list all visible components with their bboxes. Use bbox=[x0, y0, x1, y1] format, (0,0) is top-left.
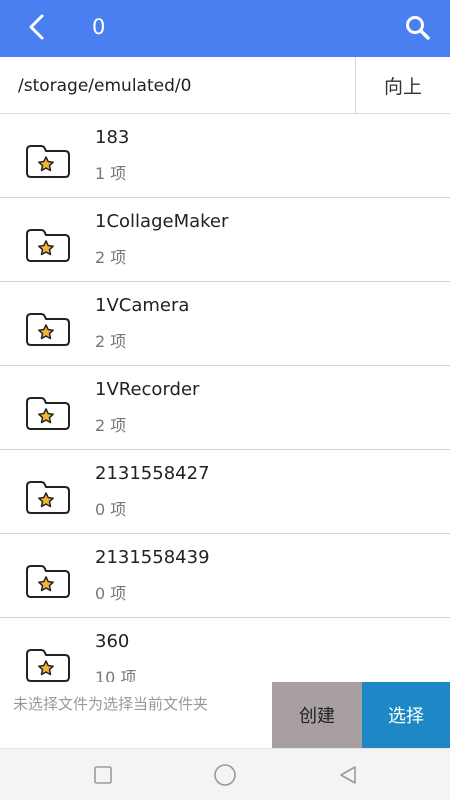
back-button[interactable] bbox=[22, 10, 58, 46]
recents-square-icon bbox=[94, 766, 112, 784]
folder-list: 183 1 项 1CollageMaker 2 项 1VCamera 2 项 1VRecor… bbox=[0, 114, 450, 682]
app-bar: 0 bbox=[0, 0, 450, 57]
folder-row[interactable]: 2131558427 0 项 bbox=[0, 450, 450, 534]
starred-folder-icon bbox=[24, 644, 72, 682]
folder-row[interactable]: 1VRecorder 2 项 bbox=[0, 366, 450, 450]
folder-name: 1VCamera bbox=[95, 295, 190, 316]
folder-item-count: 2 项 bbox=[95, 332, 127, 351]
folder-name: 2131558427 bbox=[95, 463, 210, 484]
folder-row[interactable]: 360 10 项 bbox=[0, 618, 450, 682]
path-bar: /storage/emulated/0 向上 bbox=[0, 57, 450, 114]
folder-item-count: 1 项 bbox=[95, 164, 127, 183]
folder-name: 1VRecorder bbox=[95, 379, 200, 400]
back-arrow-icon bbox=[29, 14, 44, 40]
select-button[interactable]: 选择 bbox=[362, 682, 450, 748]
folder-row[interactable]: 1CollageMaker 2 项 bbox=[0, 198, 450, 282]
starred-folder-icon bbox=[24, 392, 72, 432]
system-nav-bar bbox=[0, 748, 450, 800]
starred-folder-icon bbox=[24, 476, 72, 516]
folder-item-count: 10 项 bbox=[95, 668, 137, 682]
recents-button[interactable] bbox=[91, 763, 115, 787]
starred-folder-icon bbox=[24, 308, 72, 348]
current-path: /storage/emulated/0 bbox=[18, 76, 192, 96]
back-triangle-icon bbox=[340, 766, 356, 784]
folder-item-count: 0 项 bbox=[95, 500, 127, 519]
folder-row[interactable]: 1VCamera 2 项 bbox=[0, 282, 450, 366]
home-circle-icon bbox=[214, 764, 236, 786]
up-button[interactable]: 向上 bbox=[355, 57, 450, 113]
folder-item-count: 0 项 bbox=[95, 584, 127, 603]
starred-folder-icon bbox=[24, 560, 72, 600]
folder-name: 183 bbox=[95, 127, 130, 148]
folder-item-count: 2 项 bbox=[95, 416, 127, 435]
search-button[interactable] bbox=[402, 12, 434, 44]
bottom-action-bar: 未选择文件为选择当前文件夹 创建 选择 bbox=[0, 682, 450, 748]
folder-name: 2131558439 bbox=[95, 547, 210, 568]
folder-name: 1CollageMaker bbox=[95, 211, 229, 232]
folder-row[interactable]: 2131558439 0 项 bbox=[0, 534, 450, 618]
folder-name: 360 bbox=[95, 631, 130, 652]
starred-folder-icon bbox=[24, 140, 72, 180]
folder-row[interactable]: 183 1 项 bbox=[0, 114, 450, 198]
starred-folder-icon bbox=[24, 224, 72, 264]
folder-item-count: 2 项 bbox=[95, 248, 127, 267]
create-button[interactable]: 创建 bbox=[272, 682, 362, 748]
home-button[interactable] bbox=[213, 763, 237, 787]
search-icon bbox=[406, 16, 430, 40]
page-title: 0 bbox=[92, 15, 106, 39]
selection-hint: 未选择文件为选择当前文件夹 bbox=[13, 695, 209, 713]
system-back-button[interactable] bbox=[336, 763, 360, 787]
